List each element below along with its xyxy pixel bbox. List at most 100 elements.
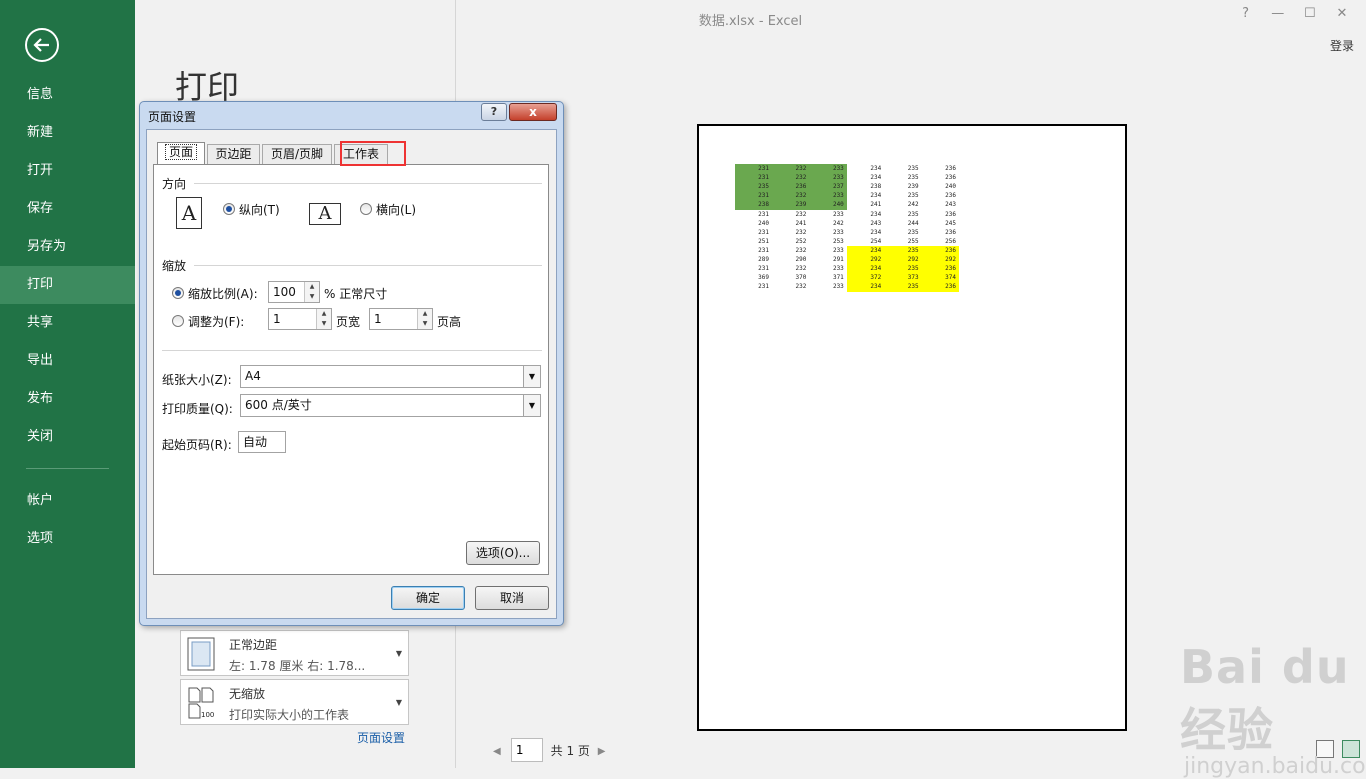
portrait-icon: A [176, 197, 202, 229]
prev-page-icon[interactable]: ◀ [493, 746, 507, 757]
preview-cell: 232 [795, 174, 807, 182]
dialog-help-button[interactable]: ? [481, 103, 507, 121]
preview-cell: 253 [832, 237, 844, 245]
fit-to-label[interactable]: 调整为(F): [188, 313, 244, 330]
preview-cell: 235 [907, 283, 919, 291]
orientation-label: 方向 [162, 177, 187, 191]
preview-cell: 236 [945, 192, 956, 200]
nav-info[interactable]: 信息 [0, 76, 135, 114]
preview-cell: 245 [945, 219, 956, 227]
nav-export[interactable]: 导出 [0, 342, 135, 380]
preview-cell: 236 [795, 183, 807, 191]
nav-save[interactable]: 保存 [0, 190, 135, 228]
first-page-input[interactable]: 自动 [238, 431, 286, 453]
dialog-title: 页面设置 [148, 110, 197, 124]
fit-wide-suffix: 页宽 [336, 315, 361, 329]
tab-header-footer[interactable]: 页眉/页脚 [262, 144, 332, 164]
nav-open[interactable]: 打开 [0, 152, 135, 190]
back-arrow-icon[interactable] [25, 28, 59, 62]
chevron-down-icon[interactable]: ▼ [523, 395, 540, 416]
tab-sheet-highlight [340, 141, 406, 166]
preview-cell: 240 [832, 201, 844, 209]
preview-cell: 289 [758, 256, 769, 263]
landscape-radio[interactable] [360, 203, 372, 215]
preview-cell: 240 [945, 183, 956, 191]
landscape-label[interactable]: 横向(L) [376, 201, 416, 218]
spinner-arrows-icon[interactable]: ▲ ▼ [417, 309, 432, 329]
current-page-input[interactable] [510, 738, 543, 762]
spinner-arrows-icon[interactable]: ▲ ▼ [304, 282, 319, 302]
preview-cell: 233 [832, 265, 844, 273]
preview-cell: 235 [907, 228, 919, 236]
nav-print[interactable]: 打印 [0, 266, 135, 304]
preview-data-grid: 231 232 233 234 235 236 231 232 233 234 235 236 235 2… [735, 164, 959, 292]
nav-options[interactable]: 选项 [0, 520, 135, 558]
scaling-dropdown[interactable]: 100 无缩放 打印实际大小的工作表 ▼ [180, 679, 409, 725]
watermark-logo: Bai du 经验 [1180, 640, 1350, 757]
scaling-divider [194, 265, 542, 266]
preview-cell: 238 [870, 183, 882, 191]
preview-cell: 232 [795, 210, 807, 218]
portrait-label[interactable]: 纵向(T) [239, 201, 280, 218]
preview-cell: 370 [795, 274, 807, 282]
fit-tall-spinner[interactable]: 1 ▲ ▼ [369, 308, 433, 330]
adjust-to-label[interactable]: 缩放比例(A): [188, 285, 258, 302]
preview-cell: 234 [870, 165, 882, 172]
nav-close[interactable]: 关闭 [0, 418, 135, 456]
close-icon[interactable]: ✕ [1328, 6, 1356, 21]
adjust-to-spinner[interactable]: 100 ▲ ▼ [268, 281, 320, 303]
preview-cell: 231 [758, 265, 769, 273]
first-page-label: 起始页码(R): [162, 438, 232, 452]
next-page-icon[interactable]: ▶ [598, 746, 612, 757]
page-setup-link[interactable]: 页面设置 [357, 729, 405, 746]
options-button[interactable]: 选项(O)... [466, 541, 540, 565]
preview-cell: 241 [795, 219, 807, 227]
fit-to-radio[interactable] [172, 315, 184, 327]
spinner-arrows-icon[interactable]: ▲ ▼ [316, 309, 331, 329]
minimize-icon[interactable]: — [1264, 6, 1292, 21]
preview-cell: 255 [907, 237, 919, 245]
fit-wide-spinner[interactable]: 1 ▲ ▼ [268, 308, 332, 330]
tab-margins[interactable]: 页边距 [207, 144, 260, 164]
preview-cell: 231 [758, 246, 769, 254]
preview-cell: 254 [870, 237, 882, 245]
nav-save-as[interactable]: 另存为 [0, 228, 135, 266]
nav-account[interactable]: 帐户 [0, 482, 135, 520]
nav-new[interactable]: 新建 [0, 114, 135, 152]
preview-cell: 369 [758, 274, 769, 282]
preview-cell: 252 [795, 237, 807, 245]
maximize-icon[interactable]: ☐ [1296, 6, 1324, 21]
chevron-down-icon[interactable]: ▼ [523, 366, 540, 387]
portrait-radio[interactable] [223, 203, 235, 215]
adjust-to-radio[interactable] [172, 287, 184, 299]
preview-cell: 291 [832, 256, 844, 263]
dialog-body: 页面 页边距 页眉/页脚 工作表 方向 A 纵向(T) A 横向(L) 缩放 缩… [146, 129, 557, 619]
preview-cell: 243 [870, 219, 882, 227]
paper-size-select[interactable]: A4 ▼ [240, 365, 541, 388]
preview-cell: 233 [832, 165, 844, 172]
login-link[interactable]: 登录 [1330, 37, 1354, 54]
margins-icon [187, 637, 215, 671]
print-quality-value: 600 点/英寸 [245, 398, 312, 412]
preview-cell: 238 [758, 201, 769, 209]
watermark-url: jingyan.baidu.com [1184, 754, 1366, 779]
tab-page[interactable]: 页面 [157, 142, 205, 164]
preview-cell: 234 [870, 265, 882, 273]
dialog-close-button[interactable]: x [509, 103, 557, 121]
nav-publish[interactable]: 发布 [0, 380, 135, 418]
print-quality-select[interactable]: 600 点/英寸 ▼ [240, 394, 541, 417]
nav-share[interactable]: 共享 [0, 304, 135, 342]
preview-cell: 233 [832, 246, 844, 254]
preview-cell: 232 [795, 165, 807, 172]
window-title: 数据.xlsx - Excel [698, 14, 803, 29]
preview-cell: 235 [907, 165, 919, 172]
backstage-nav: 信息 新建 打开 保存 另存为 打印 共享 导出 发布 关闭 帐户 选项 [0, 76, 135, 558]
preview-cell: 236 [945, 210, 956, 218]
preview-cell: 236 [945, 165, 956, 172]
margins-dropdown[interactable]: 正常边距 左: 1.78 厘米 右: 1.78... ▼ [180, 630, 409, 676]
cancel-button[interactable]: 取消 [475, 586, 549, 610]
ok-button[interactable]: 确定 [391, 586, 465, 610]
preview-cell: 235 [907, 265, 919, 273]
preview-cell: 373 [907, 274, 919, 282]
help-icon[interactable]: ? [1232, 6, 1260, 21]
